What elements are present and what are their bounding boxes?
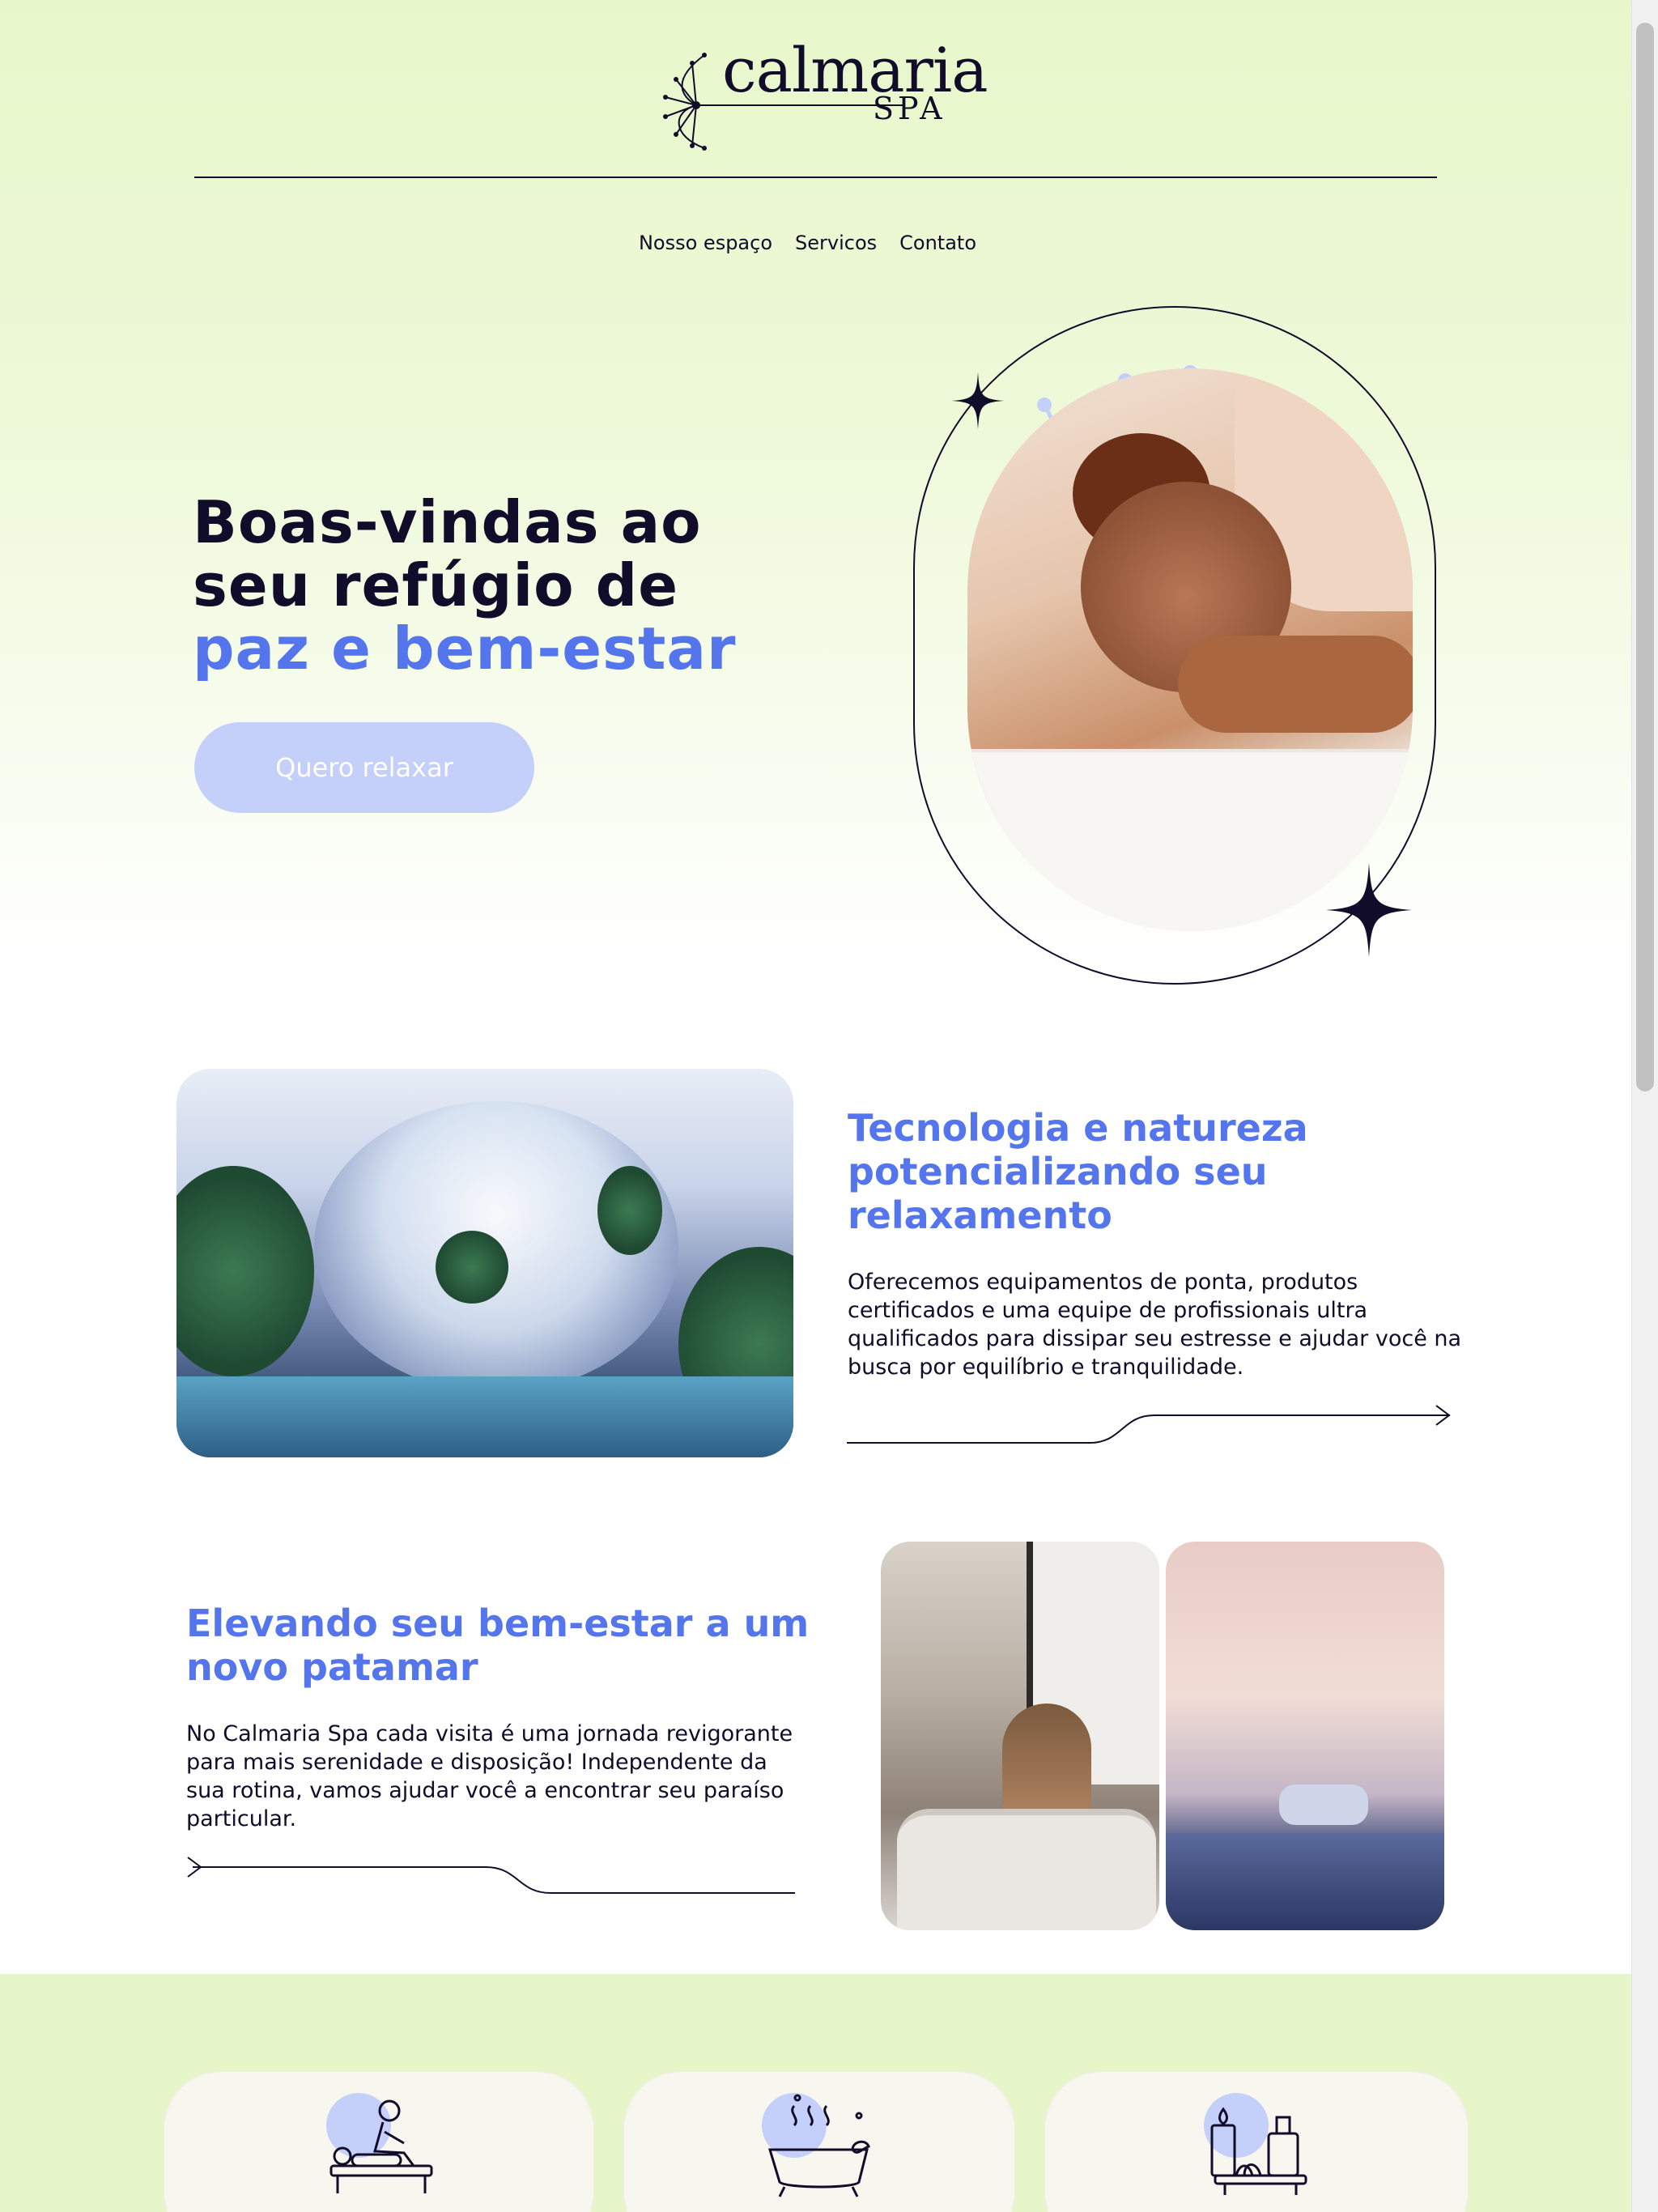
arrow-line-icon — [847, 1405, 1451, 1444]
brand-sub: SPA — [873, 91, 946, 126]
main-nav: Nosso espaço Servicos Contato — [0, 228, 1631, 257]
bath-photo — [881, 1542, 1159, 1930]
service-card-massage[interactable] — [164, 2071, 594, 2212]
aromatherapy-icon — [1204, 2093, 1317, 2198]
hero-title: Boas-vindas ao seu refúgio de paz e bem-… — [193, 491, 736, 680]
service-card-aromatherapy[interactable] — [1044, 2071, 1469, 2212]
arrow-line-icon — [187, 1857, 795, 1894]
massage-icon — [326, 2093, 440, 2198]
hero-title-line1: Boas-vindas ao — [193, 488, 702, 556]
brand-name: calmaria — [722, 34, 988, 106]
page-scrollbar[interactable] — [1631, 0, 1658, 2212]
service-card-bath[interactable] — [623, 2071, 1015, 2212]
spa-interior-photo — [176, 1069, 793, 1457]
nav-item-nosso-espaco[interactable]: Nosso espaço — [639, 228, 772, 257]
nav-item-contato[interactable]: Contato — [899, 228, 976, 257]
indoor-pool-photo — [1166, 1542, 1444, 1930]
brand-logo[interactable]: calmaria SPA — [648, 34, 988, 154]
nav-item-servicos[interactable]: Servicos — [795, 228, 877, 257]
scrollbar-thumb[interactable] — [1636, 23, 1654, 1091]
hero-title-line2: seu refúgio de — [193, 551, 679, 619]
sparkle-icon — [1326, 863, 1412, 957]
tech-section-text: Oferecemos equipamentos de ponta, produt… — [848, 1270, 1462, 1380]
massage-photo — [967, 368, 1413, 931]
bath-icon — [762, 2093, 875, 2198]
tech-section-title: Tecnologia e natureza potencializando se… — [848, 1106, 1308, 1237]
header-divider — [194, 177, 1437, 178]
sparkle-icon — [952, 372, 1004, 429]
hero-title-accent: paz e bem-estar — [193, 615, 737, 683]
relax-cta-button[interactable]: Quero relaxar — [194, 722, 534, 813]
wellbeing-section-text: No Calmaria Spa cada visita é uma jornad… — [186, 1721, 793, 1831]
wellbeing-section-title: Elevando seu bem-estar a um novo patamar — [186, 1602, 810, 1689]
page: calmaria SPA Nosso espaço Servicos Conta… — [0, 0, 1631, 2212]
